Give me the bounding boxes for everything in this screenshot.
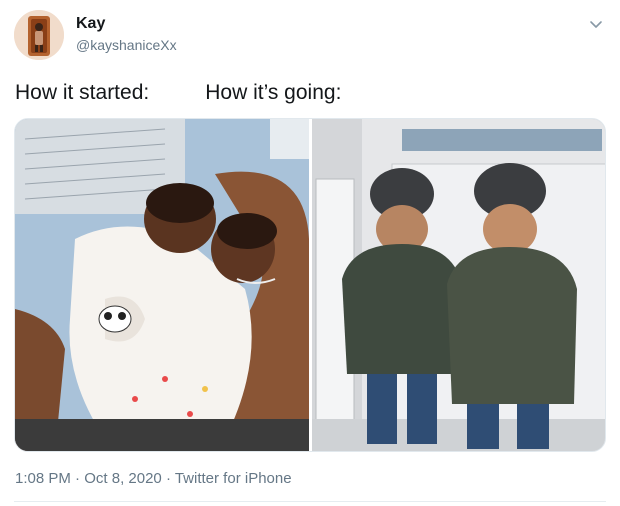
photo-newborn-twins[interactable]: [15, 119, 309, 451]
user-identity[interactable]: Kay @kayshaniceXx: [76, 14, 177, 54]
tweet-media[interactable]: [14, 118, 606, 452]
tweet-text-started: How it started:: [15, 81, 150, 104]
divider: [14, 501, 606, 502]
tweet-metadata: 1:08 PM · Oct 8, 2020 · Twitter for iPho…: [15, 469, 292, 489]
tweet-card: Kay @kayshaniceXx How it started: How it’…: [0, 0, 620, 506]
tweet-date[interactable]: Oct 8, 2020: [84, 470, 162, 487]
meta-separator: ·: [70, 470, 85, 487]
tweet-text: How it started: How it’s going:: [15, 80, 341, 106]
photo-twin-boys[interactable]: [312, 119, 605, 451]
avatar[interactable]: [14, 10, 64, 60]
tweet-header: Kay @kayshaniceXx: [14, 8, 610, 62]
user-handle[interactable]: @kayshaniceXx: [76, 36, 177, 54]
display-name[interactable]: Kay: [76, 14, 177, 34]
tweet-time[interactable]: 1:08 PM: [15, 470, 71, 487]
chevron-down-icon[interactable]: [586, 14, 606, 34]
tweet-source[interactable]: Twitter for iPhone: [175, 470, 292, 487]
avatar-image: [14, 10, 64, 60]
meta-separator: ·: [161, 470, 175, 487]
tweet-text-going: How it’s going:: [205, 81, 342, 104]
